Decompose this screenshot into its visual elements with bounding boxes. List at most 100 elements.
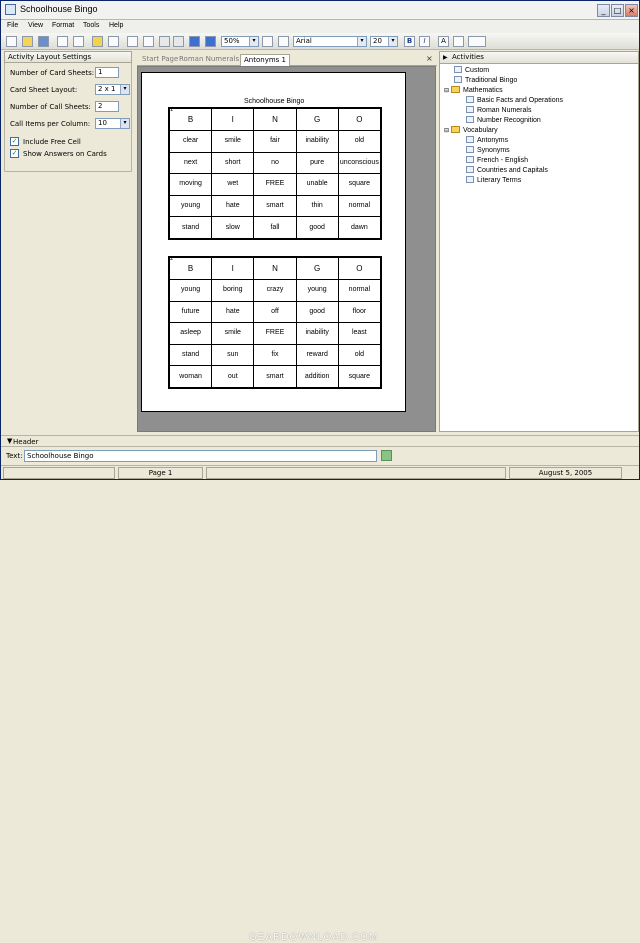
card-cell[interactable]: smart	[253, 194, 297, 218]
open-icon[interactable]	[22, 36, 33, 47]
free-cell-checkbox[interactable]: ✓	[10, 137, 19, 146]
menu-tools[interactable]: Tools	[83, 22, 99, 29]
card-cell[interactable]: square	[337, 173, 382, 196]
card-cell[interactable]: crazy	[253, 279, 297, 302]
new-icon[interactable]	[6, 36, 17, 47]
tree-item-basic-facts[interactable]: Basic Facts and Operations	[466, 96, 563, 104]
header-section-bar[interactable]: ▼ Header	[1, 435, 639, 447]
card-cell[interactable]: square	[337, 365, 382, 388]
card-cell[interactable]: thin	[295, 194, 339, 218]
next-page-icon[interactable]	[189, 36, 200, 47]
card-cell[interactable]: inability	[295, 130, 339, 153]
card-cell[interactable]: old	[337, 130, 382, 153]
tree-item-mathematics[interactable]: ⊟ Mathematics	[444, 86, 503, 94]
card-cell[interactable]: smile	[211, 130, 255, 153]
line-style-icon[interactable]	[468, 36, 486, 47]
header-text-input[interactable]: Schoolhouse Bingo	[24, 450, 377, 462]
card-cell[interactable]: fair	[253, 130, 297, 153]
card-cell[interactable]: unconscious	[337, 151, 382, 175]
redo-icon[interactable]	[173, 36, 184, 47]
close-tab-icon[interactable]: ×	[426, 54, 433, 63]
tree-item-antonyms[interactable]: Antonyms	[466, 136, 508, 144]
card-cell[interactable]: young	[295, 279, 339, 302]
card-cell[interactable]: young	[168, 279, 213, 302]
card-cell[interactable]: next	[168, 151, 213, 175]
card-cell[interactable]: smart	[253, 365, 297, 388]
menu-file[interactable]: File	[7, 22, 18, 29]
tab-roman-numerals[interactable]: Roman Numerals 1	[176, 54, 249, 66]
card-cell[interactable]: addition	[295, 365, 339, 388]
last-page-icon[interactable]	[205, 36, 216, 47]
card-cell[interactable]: stand	[168, 216, 213, 239]
menu-format[interactable]: Format	[52, 22, 74, 29]
card-cell[interactable]: slow	[211, 216, 255, 239]
card-cell[interactable]: off	[253, 300, 297, 324]
zoom-in-icon[interactable]	[262, 36, 273, 47]
tree-item-roman-numerals[interactable]: Roman Numerals	[466, 106, 531, 114]
card-cell[interactable]: stand	[168, 343, 213, 367]
font-select[interactable]: Arial ▾	[293, 36, 367, 47]
italic-button[interactable]: I	[419, 36, 430, 47]
card-cell[interactable]: reward	[295, 343, 339, 367]
card-cell[interactable]: out	[211, 365, 255, 388]
close-button[interactable]: ×	[625, 4, 638, 17]
tree-item-countries-capitals[interactable]: Countries and Capitals	[466, 166, 548, 174]
card-cell[interactable]: unable	[295, 173, 339, 196]
card-cell[interactable]: fix	[253, 343, 297, 367]
print-icon[interactable]	[73, 36, 84, 47]
free-cell[interactable]: FREE	[253, 322, 297, 345]
card-cell[interactable]: asleep	[168, 322, 213, 345]
paste-icon[interactable]	[143, 36, 154, 47]
undo-icon[interactable]	[159, 36, 170, 47]
tab-antonyms[interactable]: Antonyms 1	[240, 54, 290, 66]
expand-toggle-icon[interactable]: ⊟	[444, 87, 450, 94]
copy-icon[interactable]	[127, 36, 138, 47]
tree-item-french-english[interactable]: French - English	[466, 156, 528, 164]
zoom-out-icon[interactable]	[278, 36, 289, 47]
call-sheets-input[interactable]: 2	[95, 101, 119, 112]
free-cell[interactable]: FREE	[253, 173, 297, 196]
show-answers-checkbox[interactable]: ✓	[10, 149, 19, 158]
tree-item-synonyms[interactable]: Synonyms	[466, 146, 510, 154]
card-layout-select[interactable]: 2 x 1 ▾	[95, 84, 130, 95]
expand-toggle-icon[interactable]: ⊟	[444, 127, 450, 134]
apply-text-icon[interactable]	[381, 450, 392, 461]
card-cell[interactable]: pure	[295, 151, 339, 175]
card-cell[interactable]: clear	[168, 130, 213, 153]
call-items-select[interactable]: 10 ▾	[95, 118, 130, 129]
card-cell[interactable]: hate	[211, 300, 255, 324]
card-cell[interactable]: future	[168, 300, 213, 324]
wizard-icon[interactable]	[92, 36, 103, 47]
save-icon[interactable]	[38, 36, 49, 47]
card-cell[interactable]: young	[168, 194, 213, 218]
card-cell[interactable]: short	[211, 151, 255, 175]
tree-item-vocabulary[interactable]: ⊟ Vocabulary	[444, 126, 498, 134]
card-cell[interactable]: smile	[211, 322, 255, 345]
print-preview-icon[interactable]	[57, 36, 68, 47]
tab-start-page[interactable]: Start Page	[139, 54, 181, 66]
activities-header[interactable]: ▶ Activities	[440, 52, 638, 64]
minimize-button[interactable]: _	[597, 4, 610, 17]
card-cell[interactable]: no	[253, 151, 297, 175]
card-cell[interactable]: moving	[168, 173, 213, 196]
card-cell[interactable]: boring	[211, 279, 255, 302]
card-cell[interactable]: wet	[211, 173, 255, 196]
tree-item-number-recognition[interactable]: Number Recognition	[466, 116, 541, 124]
text-color-button[interactable]: A	[438, 36, 449, 47]
card-cell[interactable]: sun	[211, 343, 255, 367]
card-cell[interactable]: floor	[337, 300, 382, 324]
card-cell[interactable]: normal	[337, 194, 382, 218]
card-cell[interactable]: woman	[168, 365, 213, 388]
card-cell[interactable]: good	[295, 300, 339, 324]
card-cell[interactable]: fall	[253, 216, 297, 239]
card-cell[interactable]: good	[295, 216, 339, 239]
card-cell[interactable]: normal	[337, 279, 382, 302]
card-cell[interactable]: old	[337, 343, 382, 367]
card-cell[interactable]: inability	[295, 322, 339, 345]
tree-item-literary-terms[interactable]: Literary Terms	[466, 176, 521, 184]
menu-help[interactable]: Help	[109, 22, 123, 29]
menu-view[interactable]: View	[28, 22, 43, 29]
bold-button[interactable]: B	[404, 36, 415, 47]
card-cell[interactable]: dawn	[337, 216, 382, 239]
highlight-icon[interactable]	[453, 36, 464, 47]
